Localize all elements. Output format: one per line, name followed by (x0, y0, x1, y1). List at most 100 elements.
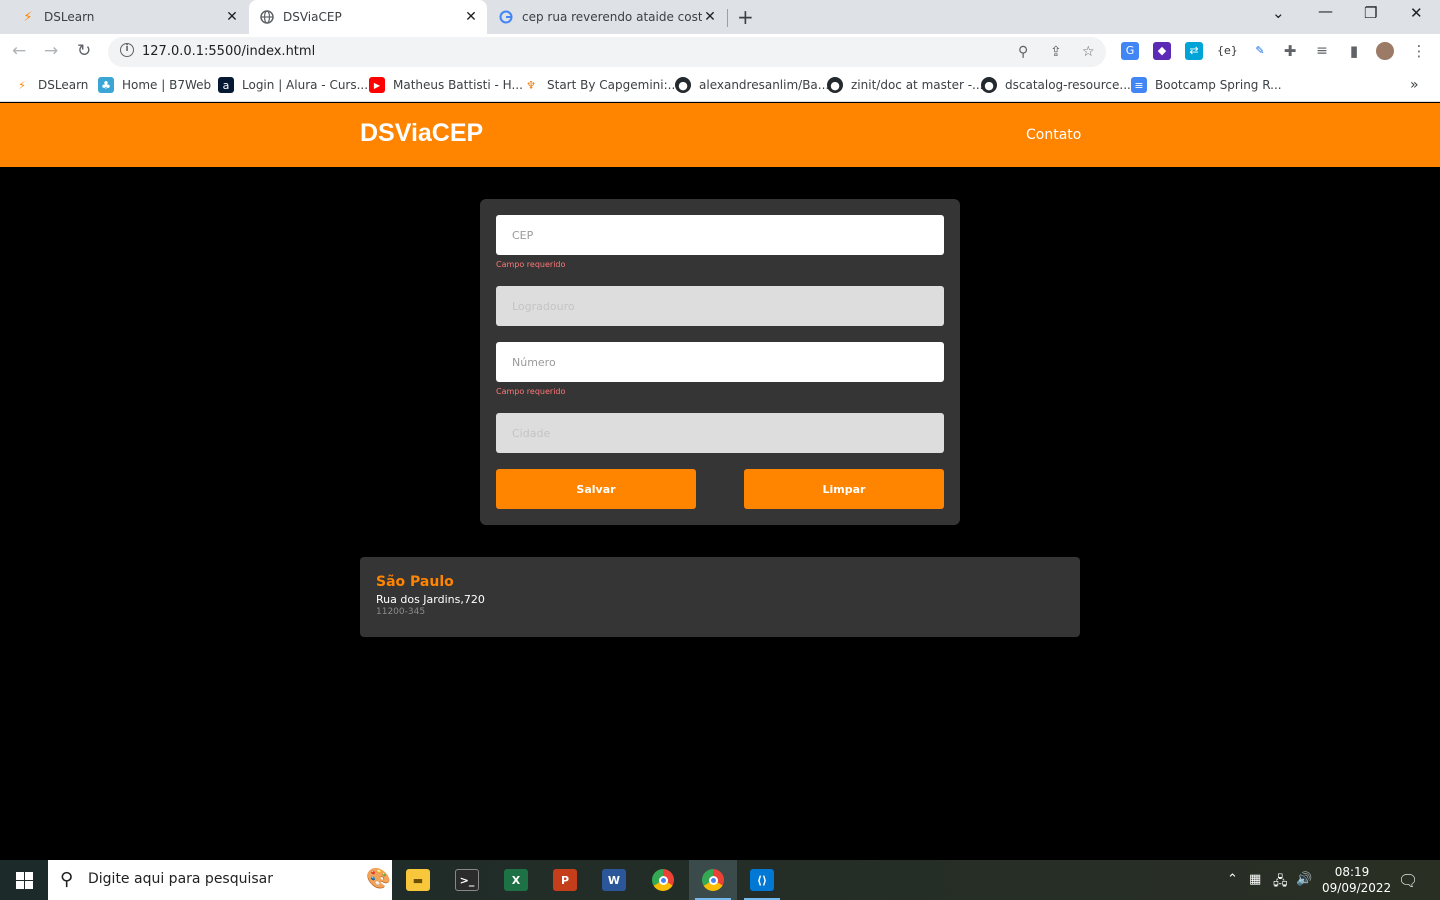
word-icon[interactable]: W (590, 860, 638, 900)
bookmark-label: Home | B7Web (122, 78, 212, 92)
extensions-puzzle-icon[interactable]: ✚ (1281, 42, 1299, 60)
extension-badge-icon[interactable]: ◆ (1153, 42, 1171, 60)
bookmark-label: Start By Capgemini:... (547, 78, 680, 92)
bookmark-bootcamp[interactable]: ≡ Bootcamp Spring R... (1131, 77, 1282, 93)
tab-dslearn[interactable]: ⚡ DSLearn ✕ (0, 0, 248, 34)
numero-input[interactable] (496, 342, 944, 382)
side-panel-icon[interactable]: ▮ (1345, 42, 1363, 60)
bookmark-label: alexandresanlim/Ba... (699, 78, 830, 92)
tab-separator (727, 9, 728, 27)
file-explorer-icon[interactable]: ▬ (394, 860, 442, 900)
bookmark-label: Bootcamp Spring R... (1155, 78, 1282, 92)
bookmark-label: DSLearn (38, 78, 89, 92)
new-tab-plus-icon[interactable]: + (737, 5, 754, 29)
bookmark-youtube[interactable]: ▶ Matheus Battisti - H... (369, 77, 523, 93)
search-highlight-icon: 🎨 (366, 866, 391, 890)
minimize-icon[interactable]: — (1318, 2, 1333, 20)
clear-button[interactable]: Limpar (744, 469, 944, 509)
bookmark-label: Login | Alura - Curs... (242, 78, 369, 92)
reload-icon[interactable]: ↻ (77, 41, 91, 61)
tray-app-icon[interactable]: ▦ (1249, 872, 1261, 887)
terminal-icon[interactable]: >_ (443, 860, 491, 900)
bookmarks-bar: ⚡ DSLearn ♣ Home | B7Web a Login | Alura - … (0, 70, 1440, 102)
vscode-icon[interactable]: ⟨⟩ (738, 860, 786, 900)
cep-error-message: Campo requerido (496, 260, 566, 269)
tray-chevron-up-icon[interactable]: ⌃ (1227, 872, 1238, 887)
search-icon: ⚲ (60, 869, 74, 890)
logradouro-input (496, 286, 944, 326)
bookmarks-overflow-icon[interactable]: » (1410, 77, 1419, 93)
close-icon[interactable]: ✕ (224, 9, 240, 25)
tab-search-chevron-icon[interactable]: ⌄ (1272, 4, 1285, 22)
media-control-icon[interactable]: ≡ (1313, 42, 1331, 60)
clock-time: 08:19 (1334, 865, 1370, 879)
github-icon: ● (981, 77, 997, 93)
kebab-menu-icon[interactable]: ⋮ (1410, 42, 1428, 60)
bookmark-capgemini[interactable]: ♆ Start By Capgemini:... (523, 77, 679, 93)
network-icon[interactable]: 🖧 (1273, 872, 1288, 894)
bookmark-alura[interactable]: a Login | Alura - Curs... (218, 77, 368, 93)
address-cep: 11200-345 (376, 607, 426, 617)
extension-arrows-icon[interactable]: ⇄ (1185, 42, 1203, 60)
chrome-icon[interactable] (639, 860, 687, 900)
pen-extension-icon[interactable]: ✎ (1251, 42, 1269, 60)
powerpoint-icon[interactable]: P (541, 860, 589, 900)
nav-contact-link[interactable]: Contato (1026, 127, 1081, 143)
site-info-icon[interactable]: i (120, 43, 134, 57)
volume-icon[interactable]: 🔊 (1296, 872, 1312, 887)
bookmark-github-zinit[interactable]: ● zinit/doc at master -... (827, 77, 983, 93)
bookmark-github-dscatalog[interactable]: ● dscatalog-resource... (981, 77, 1131, 93)
bookmark-label: Matheus Battisti - H... (393, 78, 523, 92)
save-button[interactable]: Salvar (496, 469, 696, 509)
brand-logo[interactable]: DSViaCEP (360, 119, 483, 148)
taskbar-search-placeholder: Digite aqui para pesquisar (88, 871, 274, 887)
tab-label: cep rua reverendo ataide costa - (522, 10, 702, 24)
address-card: São Paulo Rua dos Jardins,720 11200-345 (360, 557, 1080, 637)
b7web-icon: ♣ (98, 77, 114, 93)
address-form: Campo requerido Campo requerido Salvar L… (480, 199, 960, 525)
close-icon[interactable]: ✕ (702, 9, 718, 25)
tab-dsviacep[interactable]: DSViaCEP ✕ (249, 0, 487, 34)
restore-icon[interactable]: ❐ (1364, 4, 1377, 22)
cidade-input (496, 413, 944, 453)
youtube-icon: ▶ (369, 77, 385, 93)
windows-taskbar: ⚲ Digite aqui para pesquisar 🎨 ▬ >_ X P … (0, 860, 1440, 900)
windows-start-icon[interactable] (16, 872, 33, 893)
clock-date: 09/09/2022 (1322, 881, 1392, 895)
back-arrow-icon[interactable]: ← (12, 41, 26, 61)
globe-icon (259, 9, 275, 25)
profile-avatar[interactable] (1376, 42, 1394, 60)
address-city: São Paulo (376, 574, 454, 590)
window-close-icon[interactable]: ✕ (1410, 4, 1423, 22)
taskbar-search-box[interactable]: ⚲ Digite aqui para pesquisar 🎨 (48, 860, 392, 900)
address-street: Rua dos Jardins,720 (376, 593, 485, 606)
bookmark-star-icon[interactable]: ☆ (1082, 44, 1095, 60)
taskbar-clock[interactable]: 08:19 09/09/2022 (1322, 864, 1392, 896)
bookmark-label: zinit/doc at master -... (851, 78, 984, 92)
forward-arrow-icon[interactable]: → (44, 41, 58, 61)
tab-strip: ⚡ DSLearn ✕ DSViaCEP ✕ cep rua reverendo… (0, 0, 1440, 34)
address-bar[interactable]: i 127.0.0.1:5500/index.html ⚲ ⇪ ☆ (108, 37, 1106, 67)
notification-center-icon[interactable]: 🗨 (1398, 871, 1418, 890)
bookmark-github-alexandresanlim[interactable]: ● alexandresanlim/Ba... (675, 77, 829, 93)
bookmark-b7web[interactable]: ♣ Home | B7Web (98, 77, 211, 93)
translate-extension-icon[interactable]: G (1121, 42, 1139, 60)
json-extension-icon[interactable]: {e} (1217, 42, 1238, 60)
docs-icon: ≡ (1131, 77, 1147, 93)
excel-icon[interactable]: X (492, 860, 540, 900)
zoom-icon[interactable]: ⚲ (1018, 44, 1028, 60)
url-text[interactable]: 127.0.0.1:5500/index.html (142, 44, 315, 59)
close-icon[interactable]: ✕ (463, 9, 479, 25)
lightning-icon: ⚡ (18, 78, 26, 92)
bookmark-label: dscatalog-resource... (1005, 78, 1131, 92)
tab-label: DSLearn (44, 10, 95, 24)
chrome-active-icon[interactable] (689, 860, 737, 900)
alura-icon: a (218, 77, 234, 93)
github-icon: ● (827, 77, 843, 93)
web-page: DSViaCEP Contato Campo requerido Campo r… (0, 103, 1440, 860)
tab-google-search[interactable]: cep rua reverendo ataide costa - ✕ (488, 0, 726, 34)
site-header: DSViaCEP Contato (0, 103, 1440, 167)
cep-input[interactable] (496, 215, 944, 255)
share-icon[interactable]: ⇪ (1050, 44, 1062, 60)
bookmark-dslearn[interactable]: ⚡ DSLearn (14, 77, 88, 93)
